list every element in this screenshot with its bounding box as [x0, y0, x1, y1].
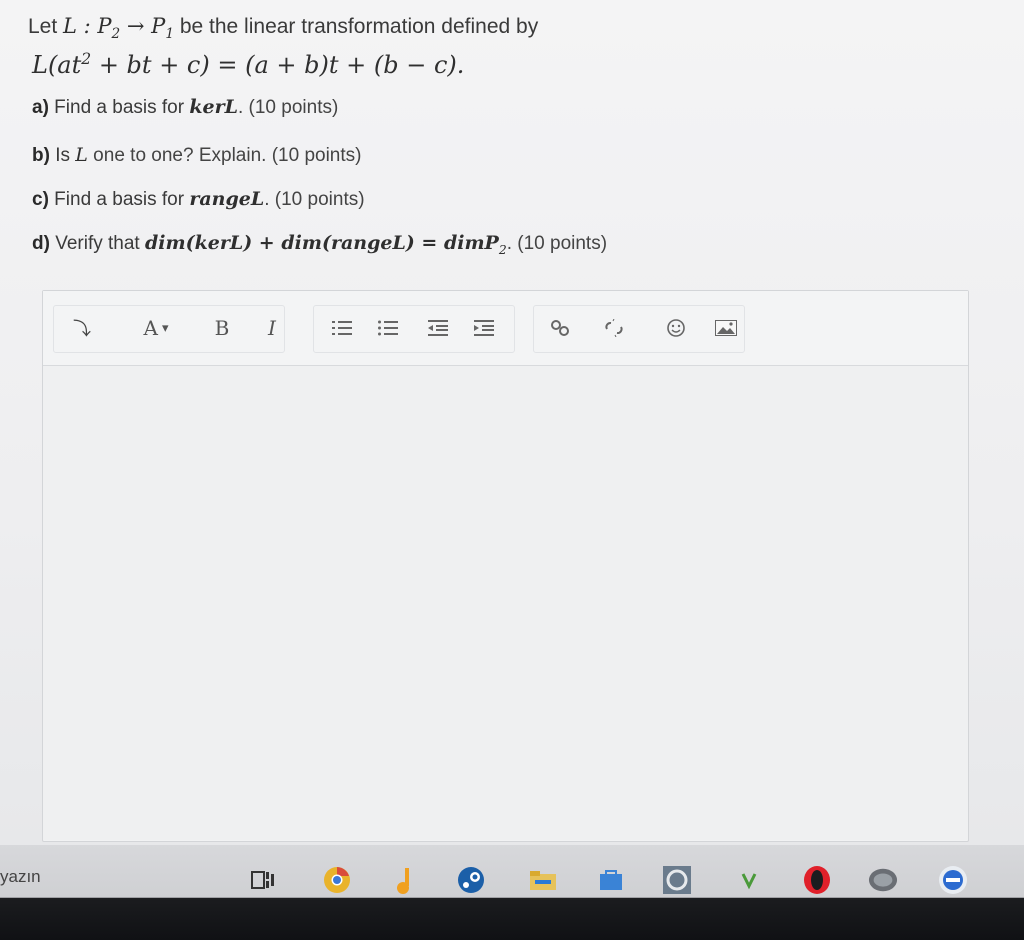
- editor-toolbar: ⤵ A ▾ B I: [43, 291, 968, 366]
- paragraph-format-button[interactable]: ⤵: [67, 311, 97, 345]
- chevron-down-icon: ▾: [161, 320, 169, 336]
- math-mapping: L : P2 → P1: [63, 14, 174, 43]
- store-icon[interactable]: [596, 865, 626, 895]
- taskbar-search-label[interactable]: yazın: [0, 867, 41, 887]
- indent-button[interactable]: [469, 311, 499, 345]
- task-view-icon[interactable]: [248, 865, 278, 895]
- emoji-icon: [667, 319, 685, 337]
- indent-icon: [474, 320, 494, 336]
- emoji-button[interactable]: [661, 311, 691, 345]
- answer-input-area[interactable]: [43, 366, 968, 840]
- image-button[interactable]: [711, 311, 741, 345]
- part-b: b) Is L one to one? Explain. (10 points): [32, 144, 362, 166]
- unlink-button[interactable]: [599, 311, 629, 345]
- vpn-app-icon[interactable]: [938, 865, 968, 895]
- unordered-list-button[interactable]: [373, 311, 403, 345]
- part-a: a) Find a basis for kerL. (10 points): [32, 96, 339, 118]
- screen: Let L : P2 → P1 be the linear transforma…: [0, 0, 1024, 845]
- font-color-button[interactable]: A ▾: [131, 311, 181, 345]
- outdent-button[interactable]: [423, 311, 453, 345]
- question-intro: Let L : P2 → P1 be the linear transforma…: [28, 14, 539, 43]
- unordered-list-icon: [378, 320, 398, 336]
- italic-icon: I: [268, 316, 276, 340]
- outdent-icon: [428, 320, 448, 336]
- answer-editor: ⤵ A ▾ B I: [42, 290, 969, 842]
- unlink-icon: [605, 319, 623, 337]
- pdf-reader-icon[interactable]: [734, 865, 764, 895]
- part-c: c) Find a basis for rangeL. (10 points): [32, 188, 365, 210]
- settings-app-icon[interactable]: [662, 865, 692, 895]
- part-d: d) Verify that dim(kerL) + dim(rangeL) =…: [32, 232, 608, 257]
- chrome-icon[interactable]: [322, 865, 352, 895]
- link-icon: [551, 320, 569, 336]
- taskbar: yazın: [0, 845, 1024, 940]
- bold-button[interactable]: B: [207, 311, 237, 345]
- music-app-icon[interactable]: [388, 865, 418, 895]
- italic-button[interactable]: I: [257, 311, 287, 345]
- ordered-list-icon: [332, 321, 352, 335]
- font-color-icon: A: [143, 316, 158, 340]
- opera-icon[interactable]: [802, 865, 832, 895]
- steam-icon[interactable]: [456, 865, 486, 895]
- image-icon: [715, 320, 737, 336]
- meter-app-icon[interactable]: [868, 865, 898, 895]
- paragraph-format-icon: ⤵: [73, 319, 91, 339]
- file-explorer-icon[interactable]: [528, 865, 558, 895]
- ordered-list-button[interactable]: [327, 311, 357, 345]
- transformation-definition: L(at2 + bt + c) = (a + b)t + (b − c).: [32, 50, 465, 79]
- bold-icon: B: [214, 316, 230, 340]
- link-button[interactable]: [545, 311, 575, 345]
